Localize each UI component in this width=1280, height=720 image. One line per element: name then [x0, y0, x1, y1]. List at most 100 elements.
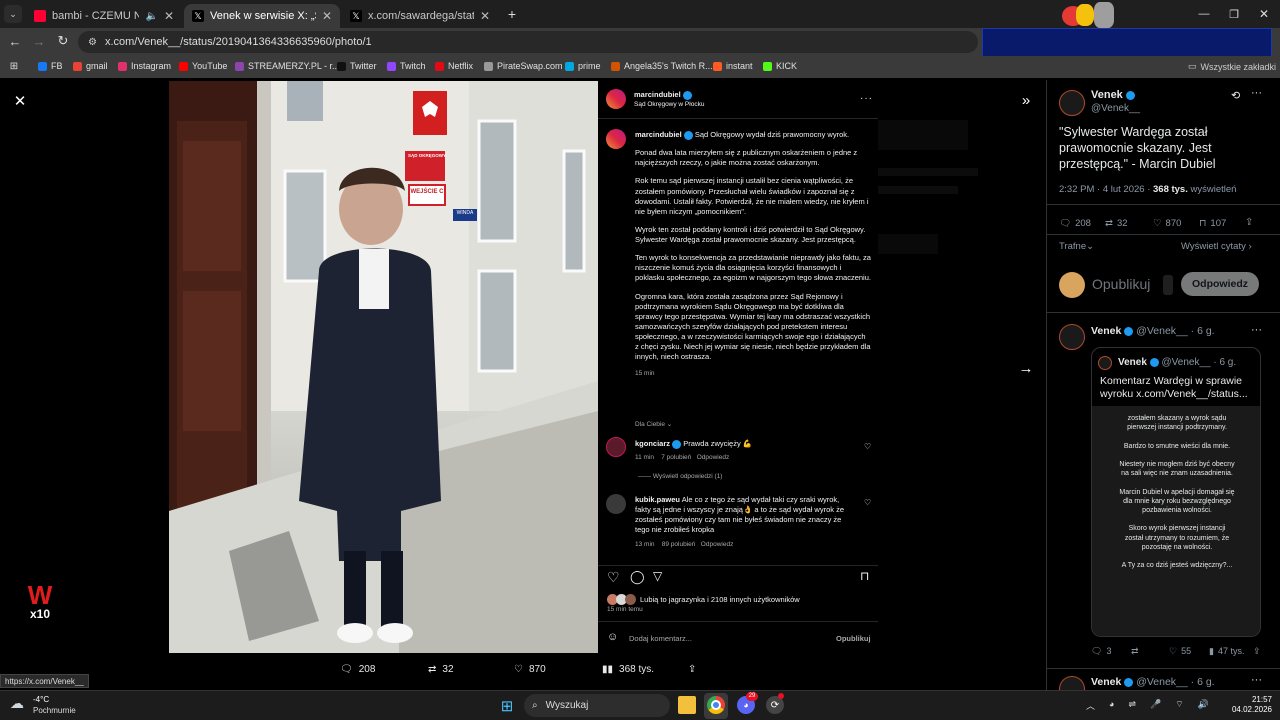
volume-icon[interactable]: 🔊	[1198, 699, 1209, 712]
more-options-icon[interactable]: ···	[1251, 674, 1262, 686]
view-replies-link[interactable]: —— Wyświetl odpowiedzi (1)	[638, 473, 722, 480]
tweet-author-name[interactable]: Venek	[1091, 89, 1135, 101]
repost-icon[interactable]: ⇄	[1131, 646, 1139, 657]
likes-stat[interactable]: ♡ 870	[1153, 218, 1181, 229]
bookmark-item[interactable]: Twitter	[337, 61, 377, 71]
share-icon[interactable]: ⇪	[688, 664, 708, 675]
bookmark-item[interactable]: PirateSwap.com	[484, 61, 563, 71]
reload-icon[interactable]: ↻	[56, 33, 70, 48]
compose-toggle[interactable]	[1163, 275, 1173, 295]
view-quotes-link[interactable]: Wyświetl cytaty ›	[1181, 241, 1252, 252]
wifi-icon[interactable]: ⌔	[1175, 699, 1183, 712]
avatar[interactable]	[1059, 676, 1085, 690]
bookmark-item[interactable]: prime	[565, 61, 601, 71]
more-options-icon[interactable]: ···	[1251, 87, 1262, 99]
bookmarks-stat[interactable]: ⊓ 107	[1199, 218, 1226, 229]
bookmark-item[interactable]: instant	[713, 61, 753, 71]
close-tab-icon[interactable]: ✕	[322, 9, 332, 23]
network-tray-icon[interactable]: ⇌	[1128, 699, 1136, 712]
comment-user[interactable]: kubik.paweu	[635, 495, 680, 504]
avatar[interactable]	[606, 89, 626, 109]
start-button[interactable]: ⊞	[498, 697, 516, 715]
reply-compose-input[interactable]: Opublikuj	[1092, 276, 1150, 292]
back-arrow-icon[interactable]: ←	[8, 34, 22, 49]
repost-action[interactable]: ⇄ 32	[428, 664, 514, 675]
ig-location[interactable]: Sąd Okręgowy w Płocku	[634, 101, 704, 108]
share-icon[interactable]: ⇪	[1245, 217, 1253, 228]
avatar[interactable]	[606, 129, 626, 149]
more-options-icon[interactable]: ···	[1251, 324, 1262, 336]
microphone-icon[interactable]: 🎤	[1150, 699, 1161, 712]
share-icon[interactable]: ⇪	[1253, 646, 1261, 657]
save-icon[interactable]: ⊓	[860, 569, 869, 583]
reply-views-stat[interactable]: ▮ 47 tys.	[1209, 646, 1244, 657]
caption-user[interactable]: marcindubiel	[635, 130, 682, 139]
next-image-arrow-icon[interactable]: →	[1018, 360, 1034, 377]
sort-dropdown[interactable]: Trafne⌄	[1059, 241, 1094, 252]
comment-likes[interactable]: 7 polubień	[661, 454, 691, 461]
tab-list-button[interactable]: ⌄	[4, 5, 22, 23]
forward-arrow-icon[interactable]: →	[32, 34, 46, 49]
bookmark-item[interactable]: FB	[38, 61, 63, 71]
publish-comment-button[interactable]: Opublikuj	[836, 634, 871, 643]
close-viewer-icon[interactable]: ✕	[12, 93, 28, 110]
url-input[interactable]: ⚙ x.com/Venek__/status/20190413643366359…	[78, 31, 978, 53]
for-you-filter[interactable]: Dla Ciebie ⌄	[635, 420, 672, 428]
bookmark-item[interactable]: Angela35's Twitch R...	[611, 61, 713, 71]
minimize-window-button[interactable]: —	[1196, 6, 1212, 22]
reply-header[interactable]: Venek @Venek__ · 6 g.	[1091, 325, 1215, 337]
bookmark-item[interactable]: Twitch	[387, 61, 426, 71]
bookmark-item[interactable]: Netflix	[435, 61, 473, 71]
collapse-panel-icon[interactable]: »	[1018, 92, 1034, 109]
bookmark-item[interactable]: Instagram	[118, 61, 171, 71]
tab-youtube[interactable]: bambi - CZEMU NIE ŚPISZ 🔈 ✕	[26, 4, 182, 28]
avatar[interactable]	[1059, 324, 1085, 350]
comment-input[interactable]: Dodaj komentarz...	[629, 634, 692, 643]
avatar[interactable]	[1059, 90, 1085, 116]
emoji-icon[interactable]: ☺	[607, 631, 618, 643]
chevron-up-icon[interactable]: ︿	[1086, 699, 1095, 712]
comment-user[interactable]: kgonciarz	[635, 439, 670, 448]
taskbar-search[interactable]: ⌕ Wyszukaj	[524, 694, 670, 717]
close-tab-icon[interactable]: ✕	[164, 9, 174, 23]
bookmark-item[interactable]: YouTube	[179, 61, 227, 71]
like-action[interactable]: ♡ 870	[514, 664, 602, 675]
post-photo[interactable]: SĄD OKRĘGOWY WEJŚCIE C WINDA	[169, 81, 598, 653]
apps-grid-icon[interactable]: ⊞	[8, 60, 20, 72]
heart-icon[interactable]: ♡	[864, 498, 871, 507]
views-action[interactable]: ▮▮ 368 tys.	[602, 664, 688, 675]
heart-icon[interactable]: ♡	[864, 442, 871, 451]
reposts-stat[interactable]: ⇄ 32	[1105, 218, 1128, 229]
grok-icon[interactable]: ⟲	[1231, 89, 1240, 102]
comment-likes[interactable]: 89 polubień	[662, 541, 696, 548]
all-bookmarks[interactable]: ▭ Wszystkie zakładki	[1188, 61, 1276, 72]
likes-summary[interactable]: Lubią to jagrazynka i 2108 innych użytko…	[607, 594, 800, 605]
reply-likes-stat[interactable]: ♡ 55	[1169, 646, 1191, 657]
replies-stat[interactable]: 🗨 208	[1059, 218, 1091, 229]
reply-link[interactable]: Odpowiedz	[701, 541, 734, 548]
clock[interactable]: 21:57 04.02.2026	[1222, 695, 1272, 715]
reply-link[interactable]: Odpowiedz	[697, 454, 730, 461]
share-icon[interactable]: ▽	[653, 569, 662, 583]
bookmark-item[interactable]: STREAMERZY.PL - r...	[235, 61, 340, 71]
tab-x-sawardega[interactable]: 𝕏 x.com/sawardega/status/20190 ✕	[342, 4, 498, 28]
reply-replies-stat[interactable]: 🗨 3	[1091, 646, 1111, 657]
bookmark-item[interactable]: gmail	[73, 61, 108, 71]
like-icon[interactable]: ♡	[607, 569, 620, 586]
site-settings-icon[interactable]: ⚙	[88, 37, 97, 48]
new-tab-button[interactable]: +	[504, 6, 520, 22]
speaker-icon[interactable]: 🔈	[145, 11, 157, 22]
avatar[interactable]	[606, 494, 626, 514]
close-window-button[interactable]: ✕	[1256, 6, 1272, 22]
reply-button[interactable]: Odpowiedz	[1181, 272, 1259, 296]
ig-header-user[interactable]: marcindubiel	[634, 90, 692, 100]
bookmark-item[interactable]: KICK	[763, 61, 797, 71]
current-user-avatar[interactable]	[1059, 272, 1085, 298]
tab-x-venek[interactable]: 𝕏 Venek w serwisie X: „Sylwester ✕	[184, 4, 340, 28]
tweet-author-handle[interactable]: @Venek__	[1091, 103, 1140, 114]
avatar[interactable]	[606, 437, 626, 457]
maximize-window-button[interactable]: ❐	[1226, 6, 1242, 22]
close-tab-icon[interactable]: ✕	[480, 9, 490, 23]
discord-tray-icon[interactable]: ◕	[1109, 699, 1114, 712]
weather-widget[interactable]: ☁	[10, 695, 30, 713]
